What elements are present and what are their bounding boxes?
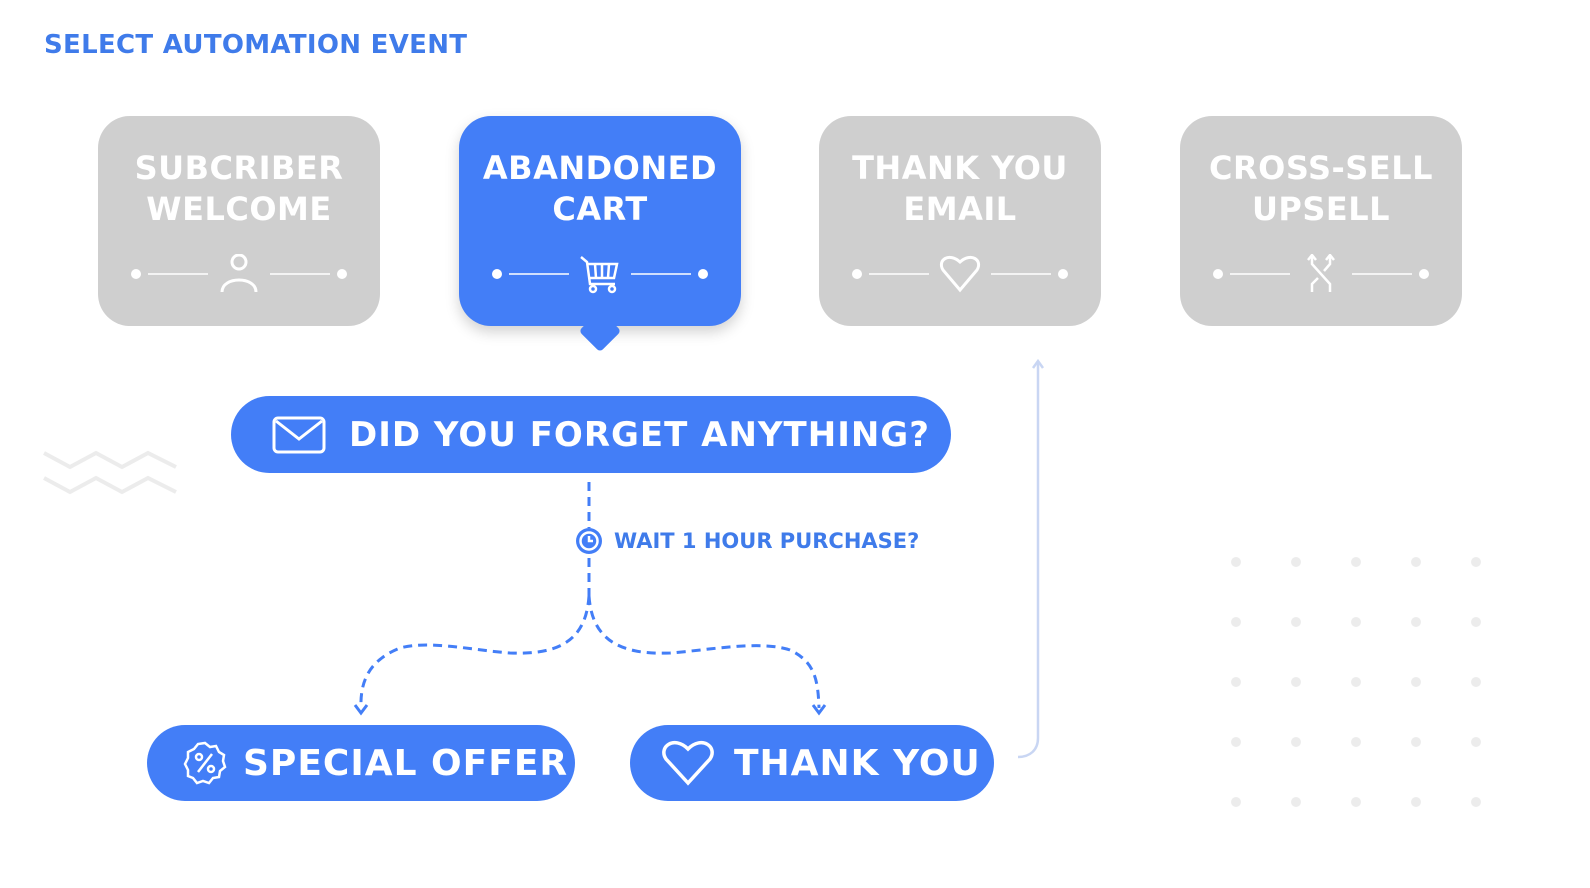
grid-dot [1351, 737, 1361, 747]
card-connector [1213, 254, 1429, 292]
grid-dot [1471, 617, 1481, 627]
grid-dot [1231, 557, 1241, 567]
event-card-thank-you-email[interactable]: THANK YOU EMAIL [819, 116, 1101, 326]
grid-dot [1231, 617, 1241, 627]
mail-icon [272, 416, 326, 453]
event-card-label: SUBCRIBER WELCOME [134, 149, 344, 228]
grid-dot [1411, 737, 1421, 747]
shuffle-icon [1307, 254, 1335, 292]
connector-branch-left [359, 595, 591, 709]
grid-dot [1291, 557, 1301, 567]
cart-icon [580, 256, 619, 294]
grid-dot [1351, 797, 1361, 807]
grid-dot [1411, 617, 1421, 627]
grid-dot [1231, 737, 1241, 747]
grid-dot [1471, 557, 1481, 567]
event-card-label: THANK YOU EMAIL [852, 149, 1068, 228]
grid-dot [1471, 797, 1481, 807]
branch-label: SPECIAL OFFER [243, 742, 569, 784]
heart-icon [662, 741, 714, 786]
grid-dot [1411, 677, 1421, 687]
email-step-label: DID YOU FORGET ANYTHING? [349, 414, 930, 455]
grid-dot [1231, 797, 1241, 807]
grid-dot [1411, 797, 1421, 807]
zigzag-decoration [43, 450, 177, 495]
card-connector [492, 256, 708, 294]
event-card-cross-sell-upsell[interactable]: CROSS-SELL UPSELL [1180, 116, 1462, 326]
branch-label: THANK YOU [734, 742, 981, 784]
heart-icon [940, 256, 980, 293]
event-card-label: ABANDONED CART [482, 149, 718, 228]
grid-dot [1471, 677, 1481, 687]
return-connector [1017, 362, 1040, 759]
flow-connectors [359, 482, 821, 709]
dot-grid-decoration [1231, 557, 1481, 807]
arrow-head-left [353, 704, 369, 716]
branch-thank-you-button[interactable]: THANK YOU [630, 725, 994, 801]
grid-dot [1351, 677, 1361, 687]
grid-dot [1231, 677, 1241, 687]
email-step-button[interactable]: DID YOU FORGET ANYTHING? [231, 396, 951, 473]
branch-special-offer-button[interactable]: SPECIAL OFFER [147, 725, 575, 801]
discount-badge-icon [183, 741, 227, 785]
wait-step-label: WAIT 1 HOUR PURCHASE? [614, 529, 920, 553]
grid-dot [1291, 797, 1301, 807]
grid-dot [1291, 617, 1301, 627]
grid-dot [1291, 737, 1301, 747]
card-connector [852, 256, 1068, 293]
connector-branch-right [587, 595, 821, 709]
event-card-abandoned-cart[interactable]: ABANDONED CART [459, 116, 741, 353]
event-card-label: CROSS-SELL UPSELL [1209, 149, 1433, 228]
wait-step: WAIT 1 HOUR PURCHASE? [574, 526, 919, 556]
page-title: SELECT AUTOMATION EVENT [44, 30, 468, 60]
clock-icon [576, 528, 602, 554]
grid-dot [1291, 677, 1301, 687]
user-icon [220, 254, 258, 293]
event-card-subscriber-welcome[interactable]: SUBCRIBER WELCOME [98, 116, 380, 326]
grid-dot [1351, 557, 1361, 567]
grid-dot [1351, 617, 1361, 627]
card-connector [131, 254, 347, 293]
grid-dot [1411, 557, 1421, 567]
grid-dot [1471, 737, 1481, 747]
